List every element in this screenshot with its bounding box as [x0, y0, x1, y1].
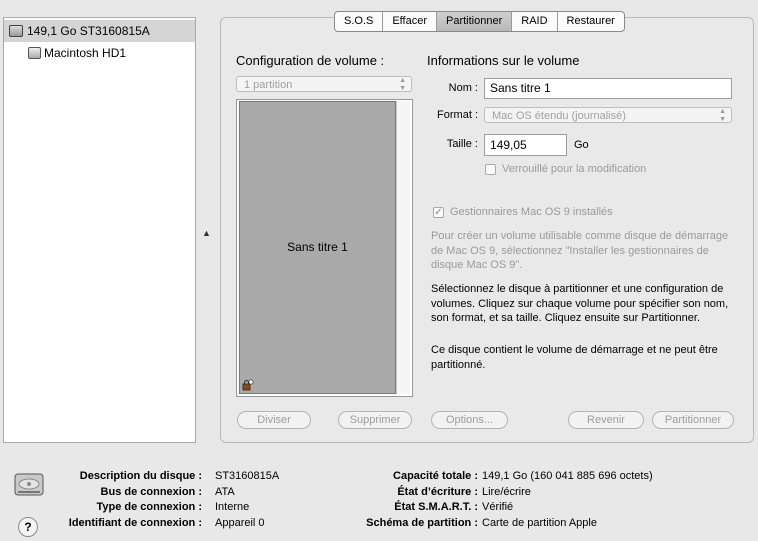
hard-disk-icon [9, 25, 23, 37]
locked-label: Verrouillé pour la modification [502, 163, 647, 175]
tab-sos[interactable]: S.O.S [335, 12, 384, 31]
partition-scheme-label: Schéma de partition : [366, 516, 478, 529]
volume-config-title: Configuration de volume : [236, 53, 385, 68]
total-capacity-value: 149,1 Go (160 041 885 696 octets) [482, 470, 653, 482]
connection-type-label: Type de connexion : [96, 501, 202, 513]
lock-icon [242, 379, 254, 391]
revert-button[interactable]: Revenir [568, 411, 644, 429]
size-unit: Go [574, 139, 589, 151]
tab-raid[interactable]: RAID [512, 12, 558, 31]
partition-button[interactable]: Partitionner [652, 411, 734, 429]
disk-info-right-values: 149,1 Go (160 041 885 696 octets) Lire/é… [482, 469, 752, 531]
splitter-handle[interactable]: ▲ [202, 228, 211, 238]
tab-bar: S.O.S Effacer Partitionner RAID Restaure… [334, 11, 625, 32]
locked-checkbox[interactable] [485, 164, 496, 175]
size-field[interactable]: 149,05 [484, 134, 567, 156]
format-popup[interactable]: Mac OS étendu (journalisé) ▲ ▼ [484, 107, 732, 123]
volume-scheme-value: 1 partition [244, 79, 293, 91]
hard-disk-icon [14, 472, 44, 498]
name-label: Nom : [448, 82, 478, 94]
disk-item[interactable]: 149,1 Go ST3160815A [4, 20, 195, 42]
os9-drivers-label: Gestionnaires Mac OS 9 installés [450, 206, 613, 218]
delete-button[interactable]: Supprimer [338, 411, 412, 429]
tab-effacer[interactable]: Effacer [383, 12, 437, 31]
disk-info-left-labels: Description du disque : Bus de connexion… [50, 469, 202, 531]
tab-restaurer[interactable]: Restaurer [558, 12, 624, 31]
volume-item[interactable]: Macintosh HD1 [4, 42, 195, 64]
volume-icon [28, 47, 41, 59]
write-status-value: Lire/écrire [482, 485, 531, 498]
partition-instructions: Sélectionnez le disque à partitionner et… [431, 283, 729, 324]
help-icon[interactable]: ? [18, 517, 38, 537]
partition-block-label: Sans titre 1 [287, 240, 348, 254]
os9-drivers-checkbox[interactable]: ✓ [433, 207, 444, 218]
volume-name-field[interactable]: Sans titre 1 [484, 78, 732, 99]
smart-status-label: État S.M.A.R.T. : [394, 501, 478, 513]
volume-item-label: Macintosh HD1 [44, 46, 127, 60]
size-label: Taille : [446, 138, 478, 150]
volume-info-title: Informations sur le volume [427, 53, 580, 68]
partition-block[interactable]: Sans titre 1 [239, 101, 396, 394]
disk-description-label: Description du disque : [79, 470, 202, 482]
smart-status-value: Vérifié [482, 501, 514, 513]
popup-arrows-icon: ▲ ▼ [399, 77, 406, 92]
split-button[interactable]: Diviser [237, 411, 311, 429]
format-popup-value: Mac OS étendu (journalisé) [492, 110, 626, 122]
format-label: Format : [437, 109, 478, 121]
partition-map-scrollbar[interactable] [396, 101, 410, 394]
partition-scheme-value: Carte de partition Apple [482, 516, 597, 529]
connection-id-label: Identifiant de connexion : [68, 516, 202, 529]
write-status-label: État d’écriture : [397, 485, 478, 498]
disk-list[interactable]: 149,1 Go ST3160815A Macintosh HD1 [3, 17, 196, 443]
popup-arrows-icon: ▲ ▼ [719, 108, 726, 123]
connection-bus-label: Bus de connexion : [100, 485, 202, 498]
tab-partitionner[interactable]: Partitionner [437, 12, 513, 31]
options-button[interactable]: Options... [431, 411, 508, 429]
disk-info-right-labels: Capacité totale : État d’écriture : État… [330, 469, 478, 531]
total-capacity-label: Capacité totale : [393, 470, 478, 482]
startup-disk-note: Ce disque contient le volume de démarrag… [431, 344, 718, 371]
os9-help-text: Pour créer un volume utilisable comme di… [431, 230, 729, 271]
disk-item-label: 149,1 Go ST3160815A [27, 24, 150, 38]
volume-scheme-popup[interactable]: 1 partition ▲ ▼ [236, 76, 412, 92]
